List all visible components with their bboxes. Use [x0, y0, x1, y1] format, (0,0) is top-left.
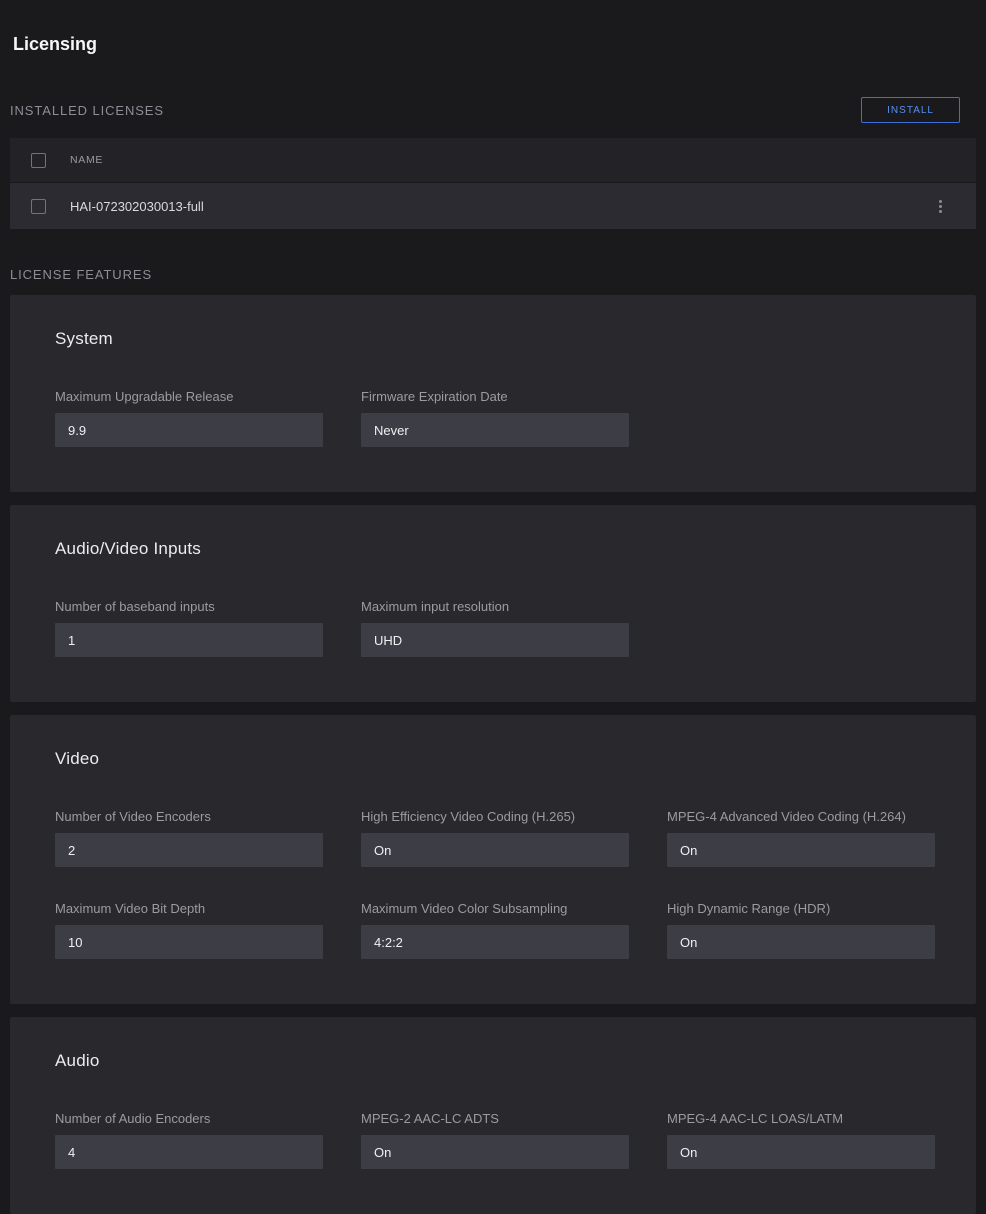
installed-licenses-section-title: INSTALLED LICENSES [10, 103, 164, 118]
field-maximum-input-resolution: Maximum input resolution UHD [361, 599, 629, 657]
field-label: MPEG-2 AAC-LC ADTS [361, 1111, 629, 1126]
select-all-cell [10, 153, 70, 168]
licenses-table: NAME HAI-072302030013-full [10, 138, 976, 229]
field-mpeg2-aac-lc-adts: MPEG-2 AAC-LC ADTS On [361, 1111, 629, 1169]
field-label: Maximum Upgradable Release [55, 389, 323, 404]
panel-title: Video [55, 749, 931, 769]
name-column-header: NAME [70, 154, 103, 166]
field-value[interactable]: On [361, 1135, 629, 1169]
field-hevc-h265: High Efficiency Video Coding (H.265) On [361, 809, 629, 867]
field-number-of-video-encoders: Number of Video Encoders 2 [55, 809, 323, 867]
field-label: Number of Video Encoders [55, 809, 323, 824]
select-all-checkbox[interactable] [31, 153, 46, 168]
license-features-section-title: LICENSE FEATURES [10, 267, 152, 282]
kebab-menu-icon[interactable] [935, 196, 946, 217]
field-value[interactable]: 1 [55, 623, 323, 657]
panel-fields: Number of Video Encoders 2 High Efficien… [55, 809, 931, 959]
field-value[interactable]: On [667, 833, 935, 867]
field-high-dynamic-range-hdr: High Dynamic Range (HDR) On [667, 901, 935, 959]
field-value[interactable]: Never [361, 413, 629, 447]
panel-video: Video Number of Video Encoders 2 High Ef… [10, 715, 976, 1004]
row-checkbox-cell [10, 199, 70, 214]
field-maximum-video-color-subsampling: Maximum Video Color Subsampling 4:2:2 [361, 901, 629, 959]
field-value[interactable]: 4:2:2 [361, 925, 629, 959]
panel-audio: Audio Number of Audio Encoders 4 MPEG-2 … [10, 1017, 976, 1214]
licensing-page: Licensing INSTALLED LICENSES INSTALL NAM… [0, 0, 986, 1214]
installed-licenses-header: INSTALLED LICENSES INSTALL [10, 97, 976, 123]
field-label: MPEG-4 AAC-LC LOAS/LATM [667, 1111, 935, 1126]
field-value[interactable]: 10 [55, 925, 323, 959]
licenses-table-header: NAME [10, 138, 976, 182]
field-number-of-baseband-inputs: Number of baseband inputs 1 [55, 599, 323, 657]
field-label: MPEG-4 Advanced Video Coding (H.264) [667, 809, 935, 824]
field-number-of-audio-encoders: Number of Audio Encoders 4 [55, 1111, 323, 1169]
panel-fields: Number of baseband inputs 1 Maximum inpu… [55, 599, 931, 657]
field-value[interactable]: On [667, 1135, 935, 1169]
field-label: Number of Audio Encoders [55, 1111, 323, 1126]
field-label: Maximum Video Color Subsampling [361, 901, 629, 916]
panel-audio-video-inputs: Audio/Video Inputs Number of baseband in… [10, 505, 976, 702]
field-label: High Efficiency Video Coding (H.265) [361, 809, 629, 824]
field-label: Number of baseband inputs [55, 599, 323, 614]
field-label: Firmware Expiration Date [361, 389, 629, 404]
row-checkbox[interactable] [31, 199, 46, 214]
field-value[interactable]: On [667, 925, 935, 959]
panel-title: Audio/Video Inputs [55, 539, 931, 559]
panel-title: Audio [55, 1051, 931, 1071]
field-mpeg4-avc-h264: MPEG-4 Advanced Video Coding (H.264) On [667, 809, 935, 867]
field-label: Maximum input resolution [361, 599, 629, 614]
panel-fields: Number of Audio Encoders 4 MPEG-2 AAC-LC… [55, 1111, 931, 1169]
page-title: Licensing [10, 34, 976, 55]
field-maximum-video-bit-depth: Maximum Video Bit Depth 10 [55, 901, 323, 959]
panel-fields: Maximum Upgradable Release 9.9 Firmware … [55, 389, 931, 447]
field-firmware-expiration-date: Firmware Expiration Date Never [361, 389, 629, 447]
panel-title: System [55, 329, 931, 349]
field-value[interactable]: On [361, 833, 629, 867]
field-value[interactable]: 2 [55, 833, 323, 867]
field-value[interactable]: UHD [361, 623, 629, 657]
install-button[interactable]: INSTALL [861, 97, 960, 123]
field-value[interactable]: 4 [55, 1135, 323, 1169]
panel-system: System Maximum Upgradable Release 9.9 Fi… [10, 295, 976, 492]
field-maximum-upgradable-release: Maximum Upgradable Release 9.9 [55, 389, 323, 447]
license-table-row: HAI-072302030013-full [10, 182, 976, 229]
field-mpeg4-aac-lc-loas-latm: MPEG-4 AAC-LC LOAS/LATM On [667, 1111, 935, 1169]
license-features-header: LICENSE FEATURES [10, 267, 976, 282]
field-label: High Dynamic Range (HDR) [667, 901, 935, 916]
field-value[interactable]: 9.9 [55, 413, 323, 447]
license-name: HAI-072302030013-full [70, 199, 204, 214]
field-label: Maximum Video Bit Depth [55, 901, 323, 916]
